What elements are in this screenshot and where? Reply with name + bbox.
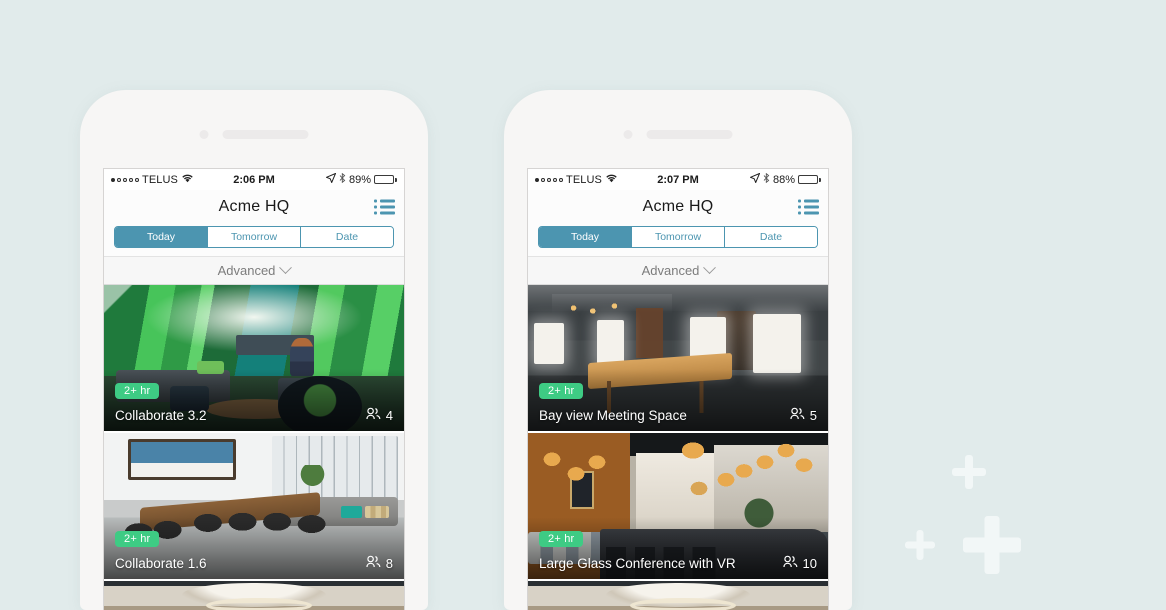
earpiece-grille — [646, 130, 733, 139]
nav-bar: Acme HQ — [104, 190, 404, 223]
carrier-label: TELUS — [566, 173, 602, 186]
earpiece-grille — [222, 130, 309, 139]
availability-badge: 2+ hr — [539, 531, 584, 547]
room-capacity: 8 — [366, 555, 393, 571]
availability-badge: 2+ hr — [539, 383, 584, 399]
room-card[interactable]: 2+ hr Collaborate 1.6 8 — [104, 433, 404, 581]
segment-today[interactable]: Today — [115, 227, 208, 247]
status-bar-right: 88% — [749, 172, 821, 186]
room-capacity: 4 — [366, 407, 393, 423]
chevron-down-icon — [279, 261, 293, 275]
segment-date[interactable]: Date — [301, 227, 393, 247]
phone-mockup-right: TELUS 2:07 PM 88% Acme HQ Today Tomorrow… — [504, 90, 852, 610]
advanced-filter-label: Advanced — [641, 263, 700, 278]
wifi-icon — [606, 174, 617, 186]
availability-badge: 2+ hr — [115, 531, 160, 547]
phone-screen-right: TELUS 2:07 PM 88% Acme HQ Today Tomorrow… — [527, 168, 829, 610]
room-card[interactable] — [104, 581, 404, 610]
room-card[interactable]: 2+ hr Large Glass Conference with VR 10 — [528, 433, 828, 581]
status-bar-left: TELUS — [111, 174, 193, 186]
status-bar-left: TELUS — [535, 174, 617, 186]
location-arrow-icon — [749, 172, 761, 186]
phone-screen-left: TELUS 2:06 PM 89% Acme HQ Today Tomorrow… — [103, 168, 405, 610]
decor-plus-small-top — [952, 455, 986, 489]
front-camera-icon — [623, 130, 633, 139]
people-icon — [782, 555, 798, 571]
segment-tomorrow[interactable]: Tomorrow — [208, 227, 301, 247]
signal-strength-icon — [111, 177, 139, 182]
segment-tomorrow[interactable]: Tomorrow — [632, 227, 725, 247]
battery-percent-label: 88% — [772, 173, 795, 186]
advanced-filter-label: Advanced — [217, 263, 276, 278]
capacity-count: 10 — [802, 555, 817, 571]
date-segmented-control[interactable]: Today Tomorrow Date — [538, 226, 818, 248]
room-name: Bay view Meeting Space — [539, 408, 687, 423]
room-card[interactable] — [528, 581, 828, 610]
room-capacity: 5 — [790, 407, 817, 423]
phone-mockup-left: TELUS 2:06 PM 89% Acme HQ Today Tomorrow… — [80, 90, 428, 610]
availability-badge: 2+ hr — [115, 383, 160, 399]
people-icon — [366, 555, 381, 571]
battery-icon — [374, 175, 397, 184]
battery-icon — [798, 175, 821, 184]
phone-earpiece-area — [199, 130, 309, 139]
front-camera-icon — [199, 130, 209, 139]
advanced-filter-toggle[interactable]: Advanced — [528, 256, 828, 285]
bluetooth-icon — [339, 172, 346, 186]
segmented-control-wrap: Today Tomorrow Date — [528, 223, 828, 256]
room-list: 2+ hr Collaborate 3.2 4 2+ hr Collaborat… — [104, 285, 404, 610]
wifi-icon — [182, 174, 193, 186]
location-arrow-icon — [325, 172, 337, 186]
room-name: Collaborate 3.2 — [115, 408, 207, 423]
decor-plus-small-left — [905, 530, 935, 560]
phone-earpiece-area — [623, 130, 733, 139]
carrier-label: TELUS — [142, 173, 178, 186]
room-photo — [104, 581, 404, 610]
signal-strength-icon — [535, 177, 563, 182]
nav-bar: Acme HQ — [528, 190, 828, 223]
date-segmented-control[interactable]: Today Tomorrow Date — [114, 226, 394, 248]
room-name: Large Glass Conference with VR — [539, 556, 736, 571]
advanced-filter-toggle[interactable]: Advanced — [104, 256, 404, 285]
status-bar: TELUS 2:07 PM 88% — [528, 169, 828, 190]
people-icon — [790, 407, 805, 423]
list-view-icon[interactable] — [798, 199, 819, 214]
room-card[interactable]: 2+ hr Collaborate 3.2 4 — [104, 285, 404, 433]
room-capacity: 10 — [782, 555, 817, 571]
bluetooth-icon — [763, 172, 770, 186]
status-bar: TELUS 2:06 PM 89% — [104, 169, 404, 190]
page-title: Acme HQ — [218, 197, 290, 215]
room-card[interactable]: 2+ hr Bay view Meeting Space 5 — [528, 285, 828, 433]
segment-date[interactable]: Date — [725, 227, 817, 247]
people-icon — [366, 407, 381, 423]
list-view-icon[interactable] — [374, 199, 395, 214]
page-title: Acme HQ — [642, 197, 714, 215]
capacity-count: 8 — [385, 555, 393, 571]
capacity-count: 4 — [385, 407, 393, 423]
decor-plus-large — [963, 516, 1021, 574]
room-photo — [528, 581, 828, 610]
battery-percent-label: 89% — [348, 173, 371, 186]
room-name: Collaborate 1.6 — [115, 556, 207, 571]
segment-today[interactable]: Today — [539, 227, 632, 247]
segmented-control-wrap: Today Tomorrow Date — [104, 223, 404, 256]
capacity-count: 5 — [809, 407, 817, 423]
chevron-down-icon — [703, 261, 717, 275]
room-list: 2+ hr Bay view Meeting Space 5 2+ hr Lar… — [528, 285, 828, 610]
status-bar-right: 89% — [325, 172, 397, 186]
